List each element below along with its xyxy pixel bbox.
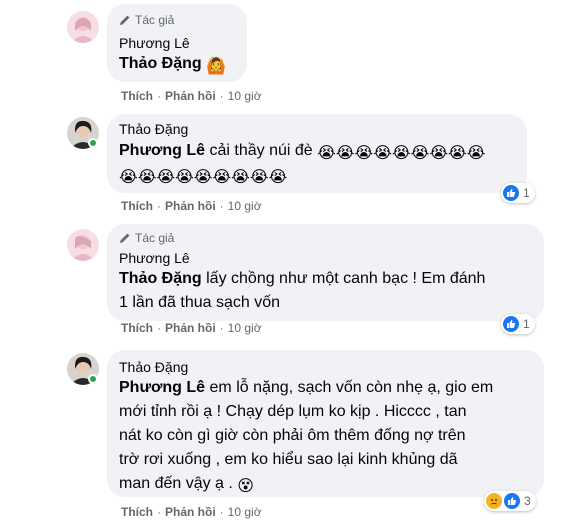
author-badge: Tác giả [119,13,174,27]
reaction-summary[interactable]: 1 [501,183,535,203]
comment-2: Thảo Đặng Phương Lê cải thầy núi đè 😭😭😭😭… [0,110,568,220]
comment-text-line-2: 1 lần đã thua sạch vốn [119,294,281,311]
mention-link[interactable]: Thảo Đặng [119,270,202,287]
timestamp[interactable]: 10 giờ [228,199,262,213]
like-button[interactable]: Thích [121,505,153,519]
comment-text-line-4: trờ rơi xuống , em ko hiểu sao lại kinh … [119,451,458,468]
mention-link[interactable]: Phương Lê [119,379,205,396]
comment-author[interactable]: Thảo Đặng [119,359,188,375]
comment-text-line-3: nát ko còn gì giờ còn phải ôm thêm đống … [119,427,466,444]
comment-actions: Thích · Phản hồi · 10 giờ [121,89,262,103]
author-tag-label: Tác giả [135,13,175,27]
online-status-dot [88,138,98,148]
comment-author[interactable]: Thảo Đặng [119,121,188,137]
like-reaction-icon [504,493,520,509]
avatar-phuong-le[interactable] [67,229,99,261]
timestamp[interactable]: 10 giờ [228,505,262,519]
author-tag-label: Tác giả [135,231,175,245]
dizzy-face-emoji: 😵 [237,478,254,495]
reaction-count: 1 [523,186,530,200]
person-gesture-emoji: 🙆 [206,58,227,75]
comment-text: Phương Lê em lỗ nặng, sạch vốn còn nhẹ ạ… [119,379,494,396]
reply-button[interactable]: Phản hồi [165,89,216,103]
avatar-phuong-le[interactable] [67,11,99,43]
reply-button[interactable]: Phản hồi [165,505,216,519]
reaction-summary[interactable]: 3 [484,491,536,511]
comment-text-line-5: man đến vậy ạ . 😵 [119,472,254,499]
pencil-icon [120,233,130,243]
mention-link[interactable]: Phương Lê [119,142,205,159]
online-status-dot [88,374,98,384]
comment-actions: Thích · Phản hồi · 10 giờ [121,199,262,213]
comment-1: Tác giả Phương Lê Thảo Đặng 🙆 Thích · Ph… [0,0,568,110]
like-button[interactable]: Thích [121,199,153,213]
crying-face-emoji-row-1: 😭😭😭😭😭😭😭😭😭 [317,145,486,162]
pencil-icon [120,15,130,25]
comment-text-line-2: 😭😭😭😭😭😭😭😭😭 [119,163,287,190]
comment-text-line-2: mới tỉnh rồi ạ ! Chạy dép lụm ko kịp . H… [119,403,467,420]
comment-text: Thảo Đặng 🙆 [119,52,226,79]
comment-author[interactable]: Phương Lê [119,250,190,266]
timestamp[interactable]: 10 giờ [228,89,262,103]
comment-actions: Thích · Phản hồi · 10 giờ [121,505,262,519]
reaction-count: 3 [524,494,531,508]
comment-3: Tác giả Phương Lê Thảo Đặng lấy chồng nh… [0,220,568,344]
like-reaction-icon [503,185,519,201]
reply-button[interactable]: Phản hồi [165,199,216,213]
reply-button[interactable]: Phản hồi [165,321,216,335]
timestamp[interactable]: 10 giờ [228,321,262,335]
crying-face-emoji-row-2: 😭😭😭😭😭😭😭😭😭 [119,169,288,186]
comment-author[interactable]: Phương Lê [119,35,190,51]
like-button[interactable]: Thích [121,321,153,335]
reaction-count: 1 [523,317,530,331]
comment-text: Thảo Đặng lấy chồng như một canh bạc ! E… [119,270,486,287]
comment-4: Thảo Đặng Phương Lê em lỗ nặng, sạch vốn… [0,344,568,524]
reaction-summary[interactable]: 1 [501,314,535,334]
like-reaction-icon [503,316,519,332]
comment-3-actions: Thích · Phản hồi · 10 giờ [121,321,262,335]
comment-text: Phương Lê cải thầy núi đè 😭😭😭😭😭😭😭😭😭 [119,139,519,166]
like-button[interactable]: Thích [121,89,153,103]
mention-link[interactable]: Thảo Đặng [119,55,202,72]
sad-reaction-icon [486,493,502,509]
author-badge: Tác giả [119,231,174,245]
